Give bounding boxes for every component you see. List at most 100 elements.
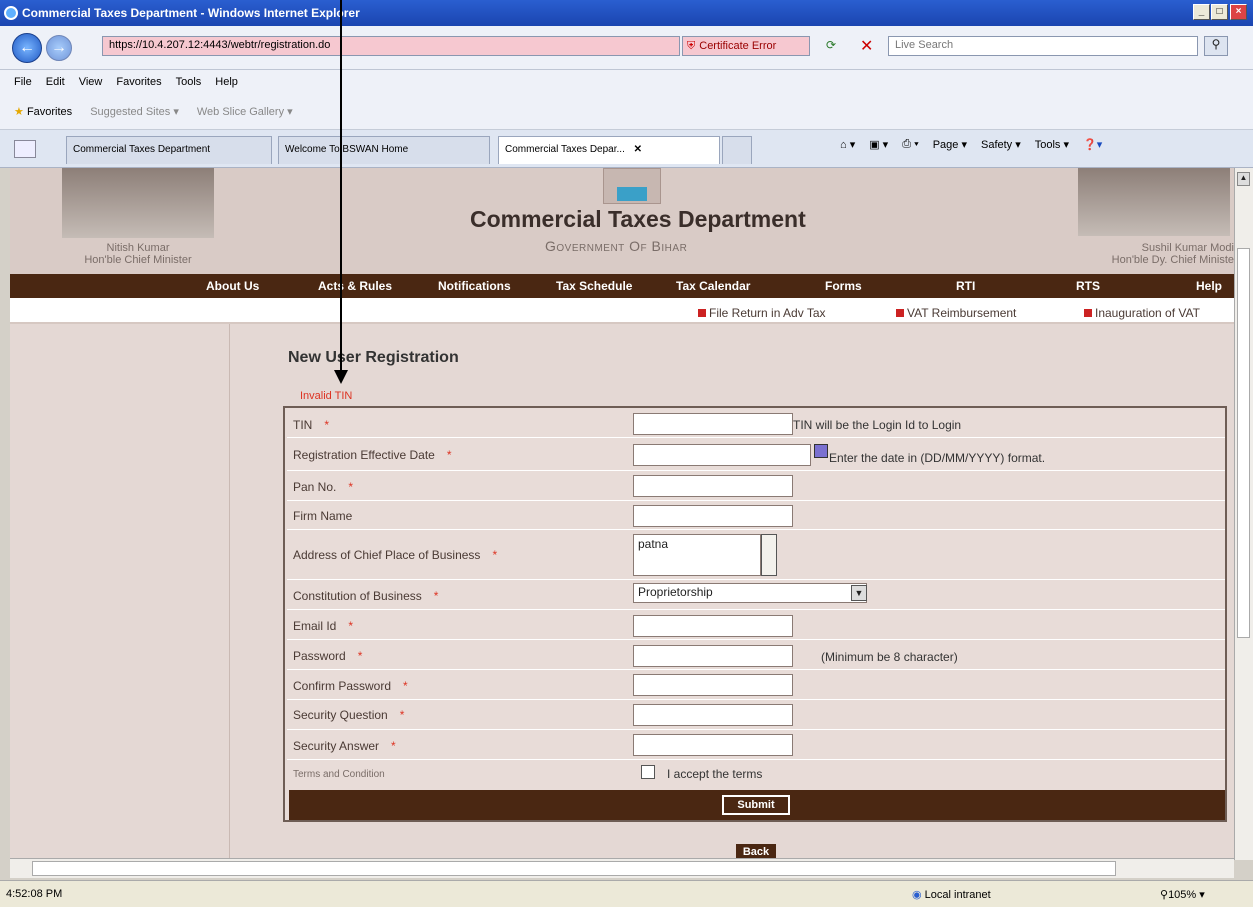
label-confirm-password: Confirm Password [293, 679, 392, 693]
required-marker: * [433, 589, 439, 603]
label-constitution: Constitution of Business [293, 589, 422, 603]
nav-about-us[interactable]: About Us [206, 279, 259, 293]
menu-edit[interactable]: Edit [46, 76, 65, 88]
address-bar[interactable]: https://10.4.207.12:4443/webtr/registrat… [102, 36, 680, 56]
nav-notifications[interactable]: Notifications [438, 279, 511, 293]
tin-input[interactable] [633, 413, 793, 435]
favorites-bar: ★ Favorites Suggested Sites ▾ Web Slice … [0, 94, 1253, 130]
submit-button[interactable]: Submit [722, 795, 790, 815]
security-zone: ◉ Local intranet [912, 889, 991, 901]
refresh-icon[interactable]: ⟳ [826, 38, 836, 52]
feeds-icon[interactable]: ▣ ▾ [869, 138, 888, 151]
new-tab-button[interactable] [722, 136, 752, 164]
link-file-return[interactable]: File Return in Adv Tax [698, 306, 826, 320]
menu-tools[interactable]: Tools [176, 76, 202, 88]
menu-file[interactable]: File [14, 76, 32, 88]
textarea-scrollbar[interactable] [761, 534, 777, 576]
search-icon[interactable]: ⚲ [1204, 36, 1228, 56]
certificate-error[interactable]: ⛨ Certificate Error [682, 36, 810, 56]
print-icon[interactable]: ⎙ ▾ [902, 138, 918, 151]
row-confirm-password: Confirm Password * [287, 670, 1225, 700]
tin-help: TIN will be the Login Id to Login [793, 418, 962, 432]
error-message: Invalid TIN [300, 390, 353, 402]
tab-commercial-taxes[interactable]: Commercial Taxes Department [66, 136, 272, 164]
nav-rts[interactable]: RTS [1076, 279, 1100, 293]
required-marker: * [357, 649, 363, 663]
label-address: Address of Chief Place of Business [293, 548, 481, 562]
quick-tabs-icon[interactable] [14, 140, 36, 158]
nav-acts-rules[interactable]: Acts & Rules [318, 279, 392, 293]
favorites-button[interactable]: ★ Favorites [14, 105, 72, 118]
label-tin: TIN [293, 418, 313, 432]
scrollbar-thumb[interactable] [1237, 248, 1250, 638]
tools-menu[interactable]: Tools ▾ [1035, 138, 1069, 151]
menu-favorites[interactable]: Favorites [116, 76, 161, 88]
vertical-scrollbar[interactable]: ▲ [1234, 168, 1253, 860]
page-title: New User Registration [288, 349, 459, 366]
bullet-icon [896, 309, 904, 317]
scroll-up-icon[interactable]: ▲ [1237, 172, 1250, 186]
label-email: Email Id [293, 619, 337, 633]
search-input[interactable]: Live Search [888, 36, 1198, 56]
row-reg-date: Registration Effective Date * Enter the d… [287, 438, 1225, 471]
back-nav-button[interactable]: ← [12, 33, 42, 63]
home-icon[interactable]: ⌂ ▾ [840, 138, 855, 151]
department-title: Commercial Taxes Department [470, 206, 806, 232]
suggested-sites[interactable]: Suggested Sites ▾ [90, 105, 179, 118]
constitution-select[interactable]: Proprietorship [633, 583, 867, 603]
help-icon[interactable]: ❓▾ [1083, 138, 1102, 151]
link-inauguration[interactable]: Inauguration of VAT [1084, 306, 1234, 320]
password-input[interactable] [633, 645, 793, 667]
page-menu[interactable]: Page ▾ [933, 138, 967, 151]
reg-date-input[interactable] [633, 444, 811, 466]
safety-menu[interactable]: Safety ▾ [981, 138, 1021, 151]
close-button[interactable]: × [1230, 4, 1247, 20]
chevron-down-icon[interactable]: ▼ [851, 585, 867, 601]
deputy-cm-photo [1078, 168, 1230, 236]
row-password: Password * (Minimum be 8 character) [287, 640, 1225, 670]
firm-name-input[interactable] [633, 505, 793, 527]
tab-bswan[interactable]: Welcome To BSWAN Home [278, 136, 490, 164]
required-marker: * [324, 418, 330, 432]
horizontal-scrollbar[interactable] [10, 858, 1234, 878]
pan-input[interactable] [633, 475, 793, 497]
nav-tax-schedule[interactable]: Tax Schedule [556, 279, 632, 293]
email-input[interactable] [633, 615, 793, 637]
minimize-button[interactable]: _ [1193, 4, 1210, 20]
link-vat-reimbursement[interactable]: VAT Reimbursement [896, 306, 1016, 320]
reg-date-help: Enter the date in (DD/MM/YYYY) format. [829, 451, 1046, 465]
calendar-icon[interactable] [814, 444, 828, 458]
web-slice-gallery[interactable]: Web Slice Gallery ▾ [197, 105, 293, 118]
stop-icon[interactable]: ✕ [860, 36, 873, 56]
maximize-button[interactable]: □ [1211, 4, 1228, 20]
required-marker: * [391, 739, 396, 753]
row-firm-name: Firm Name [287, 501, 1225, 530]
required-marker: * [492, 548, 498, 562]
zoom-level[interactable]: ⚲105% ▾ [1160, 888, 1205, 901]
h-scrollbar-thumb[interactable] [32, 861, 1116, 876]
row-address: Address of Chief Place of Business * patn… [287, 530, 1225, 580]
left-caption: Nitish Kumar Hon'ble Chief Minister [84, 242, 192, 266]
accept-terms-checkbox[interactable] [641, 765, 655, 779]
row-constitution: Constitution of Business * Proprietorship… [287, 580, 1225, 610]
tab-active[interactable]: Commercial Taxes Depar... ✕ [498, 136, 720, 164]
forward-nav-button[interactable]: → [46, 35, 72, 61]
required-marker: * [348, 480, 354, 494]
nav-tax-calendar[interactable]: Tax Calendar [676, 279, 750, 293]
security-question-input[interactable] [633, 704, 793, 726]
menu-view[interactable]: View [79, 76, 103, 88]
close-tab-icon[interactable]: ✕ [634, 144, 642, 155]
label-terms: Terms and Condition [293, 769, 385, 780]
row-email: Email Id * [287, 610, 1225, 640]
security-answer-input[interactable] [633, 734, 793, 756]
title-bar: Commercial Taxes Department - Windows In… [0, 0, 1253, 26]
menu-help[interactable]: Help [215, 76, 238, 88]
confirm-password-input[interactable] [633, 674, 793, 696]
address-textarea[interactable]: patna [633, 534, 761, 576]
nav-rti[interactable]: RTI [956, 279, 975, 293]
status-text: 4:52:08 PM [6, 888, 63, 900]
nav-help[interactable]: Help [1196, 279, 1222, 293]
nav-forms[interactable]: Forms [825, 279, 862, 293]
emblem-icon [617, 187, 647, 201]
registration-form: TIN * TIN will be the Login Id to Login R… [283, 406, 1227, 822]
